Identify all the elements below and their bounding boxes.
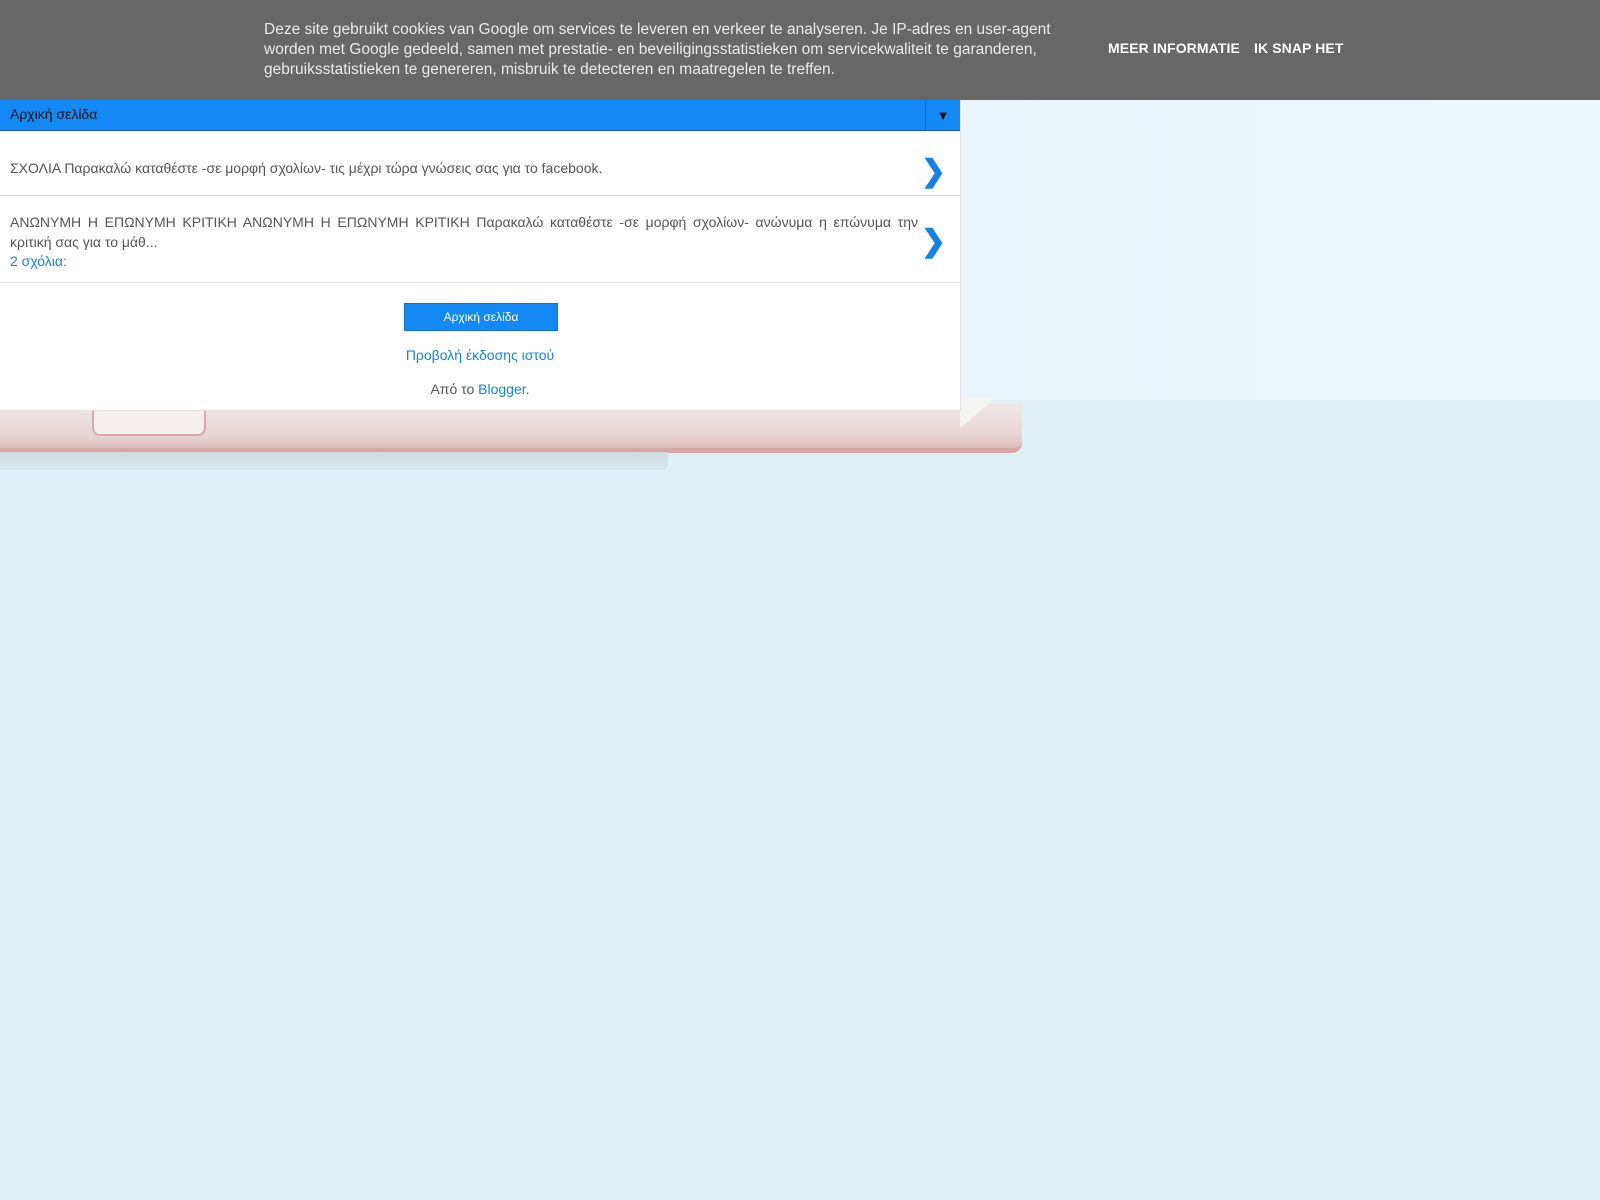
chevron-right-icon[interactable]: ❯ xyxy=(921,154,946,189)
blog-panel: Αρχική σελίδα ▼ ΣΧΟΛΙΑ Παρακαλώ καταθέστ… xyxy=(0,100,961,411)
post-snippet[interactable]: ΑΝΩΝΥΜΗ Η ΕΠΩΝΥΜΗ ΚΡΙΤΙΚΗ ΑΝΩΝΥΜΗ Η ΕΠΩΝ… xyxy=(10,213,918,252)
powered-by-blogger: Από το Blogger. xyxy=(0,381,960,397)
chevron-right-icon[interactable]: ❯ xyxy=(921,224,946,259)
page-nav-label: Αρχική σελίδα xyxy=(10,106,98,122)
cookie-consent-text: Deze site gebruikt cookies van Google om… xyxy=(264,21,1051,78)
powered-by-prefix: Από το xyxy=(430,381,479,397)
page-nav-select[interactable]: Αρχική σελίδα ▼ xyxy=(0,100,960,131)
accept-cookies-button[interactable]: IK SNAP HET xyxy=(1254,40,1344,56)
more-info-button[interactable]: MEER INFORMATIE xyxy=(1108,40,1240,56)
post-item[interactable]: ΣΧΟΛΙΑ Παρακαλώ καταθέστε -σε μορφή σχολ… xyxy=(0,130,960,196)
background-book-shadow xyxy=(0,452,668,470)
blogger-link[interactable]: Blogger xyxy=(478,381,525,397)
post-comments-link[interactable]: 2 σχόλια: xyxy=(10,253,67,269)
home-button[interactable]: Αρχική σελίδα xyxy=(404,303,558,331)
cookie-consent-bar: Deze site gebruikt cookies van Google om… xyxy=(0,0,1600,100)
post-snippet[interactable]: ΣΧΟΛΙΑ Παρακαλώ καταθέστε -σε μορφή σχολ… xyxy=(10,159,918,179)
web-version-link[interactable]: Προβολή έκδοσης ιστού xyxy=(0,347,960,363)
powered-by-suffix: . xyxy=(525,381,530,397)
background-page-corner xyxy=(960,398,996,428)
dropdown-arrow-icon[interactable]: ▼ xyxy=(925,100,960,130)
post-item[interactable]: ΑΝΩΝΥΜΗ Η ΕΠΩΝΥΜΗ ΚΡΙΤΙΚΗ ΑΝΩΝΥΜΗ Η ΕΠΩΝ… xyxy=(0,196,960,283)
